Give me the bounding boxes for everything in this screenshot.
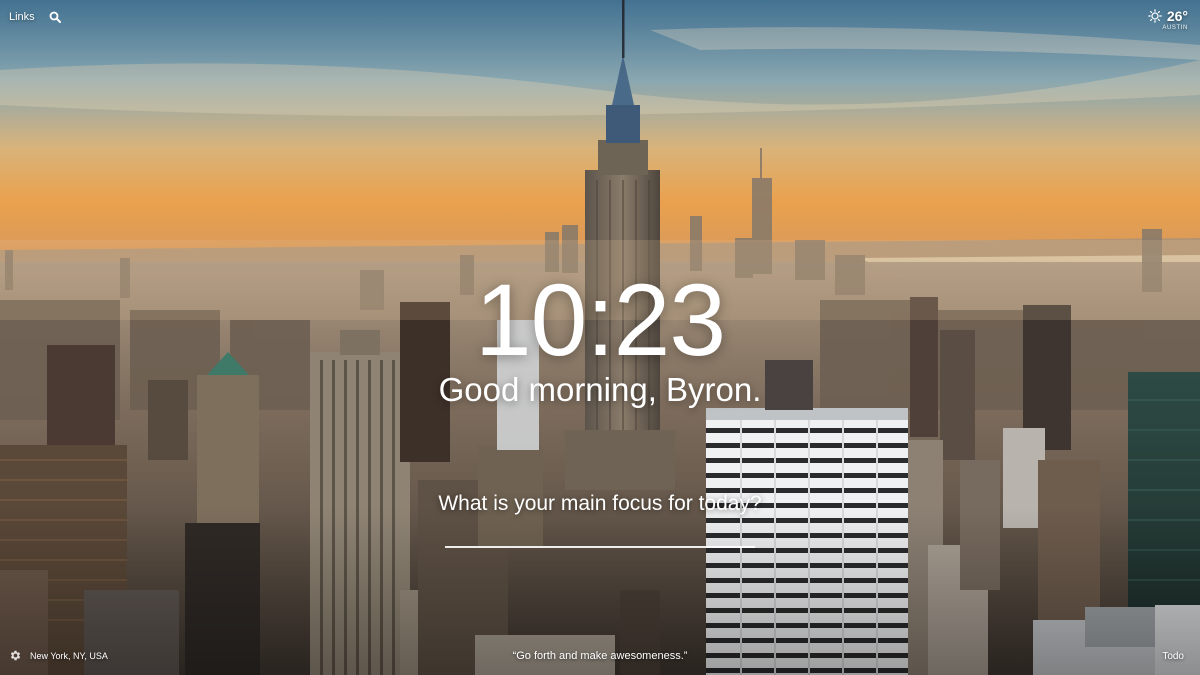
weather-widget[interactable]: 26° AUSTIN — [1148, 8, 1188, 31]
todo-button[interactable]: Todo — [1162, 651, 1184, 662]
greeting-text[interactable]: Good morning, Byron. — [0, 368, 1200, 412]
top-left-bar: Links — [9, 11, 61, 23]
focus-input[interactable] — [445, 528, 755, 548]
weather-location: AUSTIN — [1162, 25, 1188, 31]
search-icon[interactable] — [49, 11, 61, 23]
weather-row: 26° — [1148, 8, 1188, 24]
weather-temperature: 26° — [1166, 8, 1188, 24]
focus-question: What is your main focus for today? — [438, 492, 762, 515]
sun-icon — [1148, 9, 1162, 23]
links-button[interactable]: Links — [9, 11, 35, 23]
clock-time[interactable]: 10:23 — [0, 262, 1200, 378]
quote-text[interactable]: “Go forth and make awesomeness.” — [0, 650, 1200, 662]
